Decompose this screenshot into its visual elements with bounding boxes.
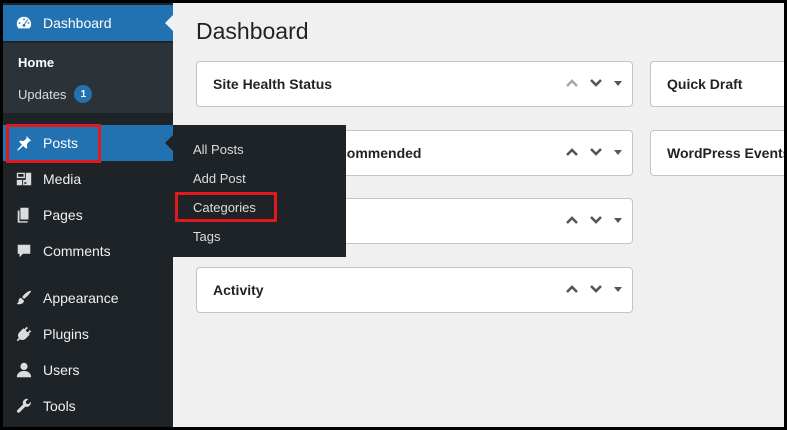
sidebar-item-media[interactable]: Media xyxy=(3,161,173,197)
flyout-arrow xyxy=(165,135,173,151)
widget-controls xyxy=(564,212,622,228)
widget-title: WordPress Events xyxy=(667,145,784,161)
sidebar-item-label: Media xyxy=(43,171,82,187)
toggle-panel-icon[interactable] xyxy=(614,217,622,223)
submenu-home[interactable]: Home xyxy=(18,55,54,70)
widget-quick-draft: Quick Draft xyxy=(650,61,784,107)
flyout-item-add-post[interactable]: Add Post xyxy=(193,171,246,186)
sidebar-item-label: Users xyxy=(43,362,80,378)
move-down-icon[interactable] xyxy=(588,212,604,228)
widget-title: Quick Draft xyxy=(667,76,743,92)
widget-controls xyxy=(564,144,622,160)
widget-controls xyxy=(564,281,622,297)
widget-title: commended xyxy=(339,145,422,161)
comment-icon xyxy=(14,241,34,261)
sidebar-item-plugins[interactable]: Plugins xyxy=(3,316,173,352)
widget-title: Activity xyxy=(213,282,264,298)
move-down-icon[interactable] xyxy=(588,281,604,297)
sidebar-item-users[interactable]: Users xyxy=(3,352,173,388)
admin-sidebar: Dashboard Home Updates 1 Posts Media Pag… xyxy=(3,3,173,427)
sidebar-item-label: Dashboard xyxy=(43,15,112,31)
posts-flyout-menu: All Posts Add Post Categories Tags xyxy=(173,125,346,257)
posts-highlight xyxy=(6,124,101,163)
sidebar-item-dashboard[interactable]: Dashboard xyxy=(3,5,173,41)
plugin-icon xyxy=(14,324,34,344)
dashboard-icon xyxy=(14,13,34,33)
sidebar-item-appearance[interactable]: Appearance xyxy=(3,280,173,316)
page-title: Dashboard xyxy=(196,18,309,44)
updates-count-badge: 1 xyxy=(74,85,93,103)
categories-highlight xyxy=(175,192,277,222)
move-down-icon[interactable] xyxy=(588,75,604,91)
widget-activity: Activity xyxy=(196,267,633,313)
move-up-icon[interactable] xyxy=(564,75,580,91)
user-icon xyxy=(14,360,34,380)
toggle-panel-icon[interactable] xyxy=(614,286,622,292)
flyout-item-all-posts[interactable]: All Posts xyxy=(193,142,244,157)
updates-label: Updates xyxy=(18,86,67,102)
wp-admin-frame: Dashboard Home Updates 1 Posts Media Pag… xyxy=(3,3,784,427)
wrench-icon xyxy=(14,396,34,416)
media-icon xyxy=(14,169,34,189)
toggle-panel-icon[interactable] xyxy=(614,149,622,155)
dashboard-submenu: Home Updates 1 xyxy=(3,43,173,113)
sidebar-item-label: Pages xyxy=(43,207,83,223)
widget-controls xyxy=(564,75,622,91)
pages-icon xyxy=(14,205,34,225)
move-up-icon[interactable] xyxy=(564,281,580,297)
flyout-item-tags[interactable]: Tags xyxy=(193,229,220,244)
sidebar-item-label: Plugins xyxy=(43,326,89,342)
sidebar-item-comments[interactable]: Comments xyxy=(3,233,173,269)
submenu-updates[interactable]: Updates 1 xyxy=(18,85,93,103)
sidebar-item-label: Tools xyxy=(43,398,76,414)
widget-site-health: Site Health Status xyxy=(196,61,633,107)
sidebar-item-tools[interactable]: Tools xyxy=(3,388,173,424)
toggle-panel-icon[interactable] xyxy=(614,80,622,86)
sidebar-item-pages[interactable]: Pages xyxy=(3,197,173,233)
move-down-icon[interactable] xyxy=(588,144,604,160)
widget-title: Site Health Status xyxy=(213,76,333,92)
move-up-icon[interactable] xyxy=(564,212,580,228)
paintbrush-icon xyxy=(14,288,34,308)
widget-wordpress-events: WordPress Events xyxy=(650,130,784,176)
current-arrow xyxy=(165,15,173,31)
move-up-icon[interactable] xyxy=(564,144,580,160)
sidebar-item-label: Comments xyxy=(43,243,111,259)
sidebar-item-label: Appearance xyxy=(43,290,119,306)
